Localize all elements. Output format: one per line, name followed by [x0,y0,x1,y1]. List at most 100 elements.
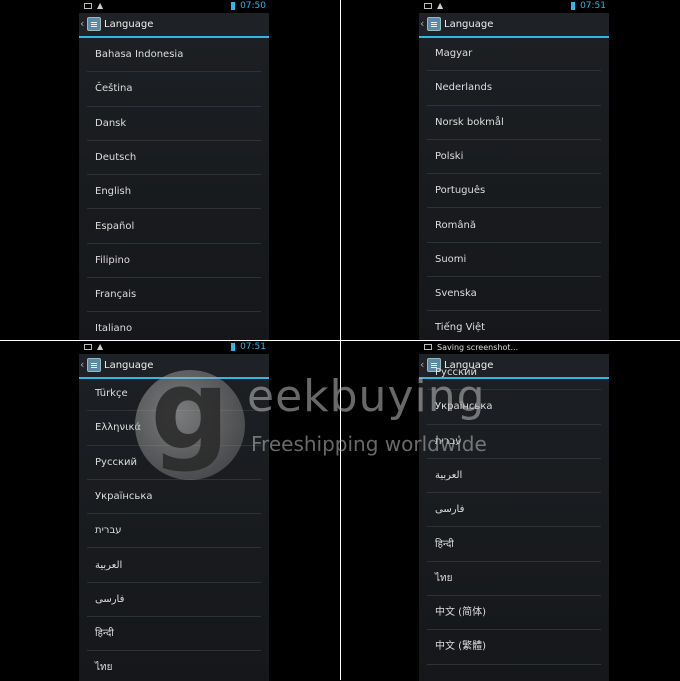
list-item[interactable]: Tiếng Việt [419,311,609,340]
list-item[interactable]: Bahasa Indonesia [79,38,269,73]
battery-icon [231,2,235,10]
list-item[interactable]: Русский [419,356,609,391]
settings-language-icon[interactable] [87,358,101,372]
list-item[interactable]: Română [419,209,609,243]
language-label: Polski [435,150,464,162]
list-item[interactable]: עברית [419,425,609,459]
language-label: Dansk [95,117,127,129]
screenshot-panel-4: Saving screenshot... ‹ Language Русский … [341,341,680,681]
language-label: ไทย [435,572,453,584]
warning-icon: ▲ [437,1,444,10]
back-caret-icon[interactable]: ‹ [80,359,84,371]
language-label: Italiano [95,323,133,335]
language-label: 中文 (简体) [435,607,486,619]
language-label: Deutsch [95,151,137,163]
list-item[interactable]: Ελληνικά [79,411,269,446]
list-item[interactable]: العربية [79,549,269,583]
status-time: 07:51 [240,342,266,352]
list-item[interactable]: Português [419,174,609,209]
phone-screen: ▲ 07:50 ‹ Language Bahasa Indonesia Češt… [79,0,269,340]
action-bar: ‹ Language [79,354,269,379]
list-item[interactable]: Deutsch [79,141,269,176]
language-label: Filipino [95,254,130,266]
status-bar: Saving screenshot... [419,341,609,354]
list-item[interactable]: فارسی [419,493,609,528]
list-item[interactable]: עברית [79,514,269,549]
image-notification-icon [84,344,92,350]
language-label: ไทย [95,662,113,674]
list-item[interactable]: हिन्दी [79,617,269,652]
image-notification-icon [424,3,432,9]
language-label: English [95,186,132,198]
settings-language-icon[interactable] [427,17,441,31]
status-time: 07:50 [240,1,266,11]
list-item[interactable]: Українська [79,480,269,515]
list-item[interactable]: Français [79,278,269,313]
list-item[interactable]: Українська [419,390,609,425]
action-bar: ‹ Language [419,13,609,38]
list-item[interactable]: Русский [79,446,269,480]
phone-screen: ▲ 07:51 ‹ Language Magyar Nederlands Nor… [419,0,609,340]
language-label: Bahasa Indonesia [95,49,184,60]
list-item[interactable]: English [79,175,269,210]
language-label: Suomi [435,253,467,265]
screenshot-notification: Saving screenshot... [437,343,519,352]
back-caret-icon[interactable]: ‹ [420,18,424,30]
language-label: עברית [95,525,122,537]
list-item[interactable]: 中文 (繁體) [419,630,609,665]
phone-screen: ▲ 07:51 ‹ Language Türkçe Ελληνικά Русск… [79,341,269,681]
screenshot-panel-1: ▲ 07:50 ‹ Language Bahasa Indonesia Češt… [0,0,340,340]
list-item[interactable]: Dansk [79,107,269,141]
list-item[interactable]: Svenska [419,277,609,312]
status-bar: ▲ 07:51 [419,0,609,13]
language-label: Русский [435,367,477,378]
language-label: Magyar [435,48,473,59]
status-bar: ▲ 07:50 [79,0,269,13]
list-item[interactable]: Polski [419,140,609,175]
list-item[interactable]: Nederlands [419,71,609,106]
back-caret-icon[interactable]: ‹ [80,18,84,30]
list-item[interactable]: العربية [419,459,609,494]
list-item[interactable]: Türkçe [79,377,269,412]
page-title: Language [104,360,154,371]
screenshot-panel-3: ▲ 07:51 ‹ Language Türkçe Ελληνικά Русск… [0,341,340,681]
screenshot-panel-2: ▲ 07:51 ‹ Language Magyar Nederlands Nor… [341,0,680,340]
language-label: فارسی [95,593,125,605]
list-item[interactable]: ไทย [419,562,609,597]
list-item[interactable]: Italiano [79,312,269,340]
horizontal-divider [0,340,680,341]
language-label: Русский [95,456,137,468]
language-label: Português [435,185,486,197]
list-item[interactable]: Suomi [419,243,609,278]
language-label: Čeština [95,83,133,95]
list-item[interactable]: Español [79,210,269,244]
list-item[interactable]: Norsk bokmål [419,106,609,140]
phone-screen: Saving screenshot... ‹ Language Русский … [419,341,609,681]
language-label: Svenska [435,288,477,300]
status-bar: ▲ 07:51 [79,341,269,354]
list-item[interactable]: 中文 (简体) [419,596,609,631]
list-item[interactable]: Čeština [79,72,269,107]
list-item[interactable]: हिन्दी [419,528,609,562]
language-label: Українська [435,401,493,413]
image-notification-icon [424,344,432,350]
page-title: Language [444,19,494,30]
action-bar: ‹ Language [79,13,269,38]
language-label: Español [95,220,135,232]
page-title: Language [104,19,154,30]
language-label: हिन्दी [435,538,454,550]
language-label: עברית [435,435,462,447]
settings-language-icon[interactable] [87,17,101,31]
list-item[interactable]: Filipino [79,244,269,279]
list-item[interactable]: ไทย [79,651,269,681]
list-item[interactable]: فارسی [79,583,269,618]
image-notification-icon [84,3,92,9]
list-item[interactable]: Magyar [419,37,609,72]
language-label: Tiếng Việt [435,322,486,334]
warning-icon: ▲ [97,1,104,10]
language-label: Română [435,219,476,231]
status-time: 07:51 [580,1,606,11]
warning-icon: ▲ [97,342,104,351]
divider [427,663,601,665]
language-label: فارسی [435,504,465,516]
